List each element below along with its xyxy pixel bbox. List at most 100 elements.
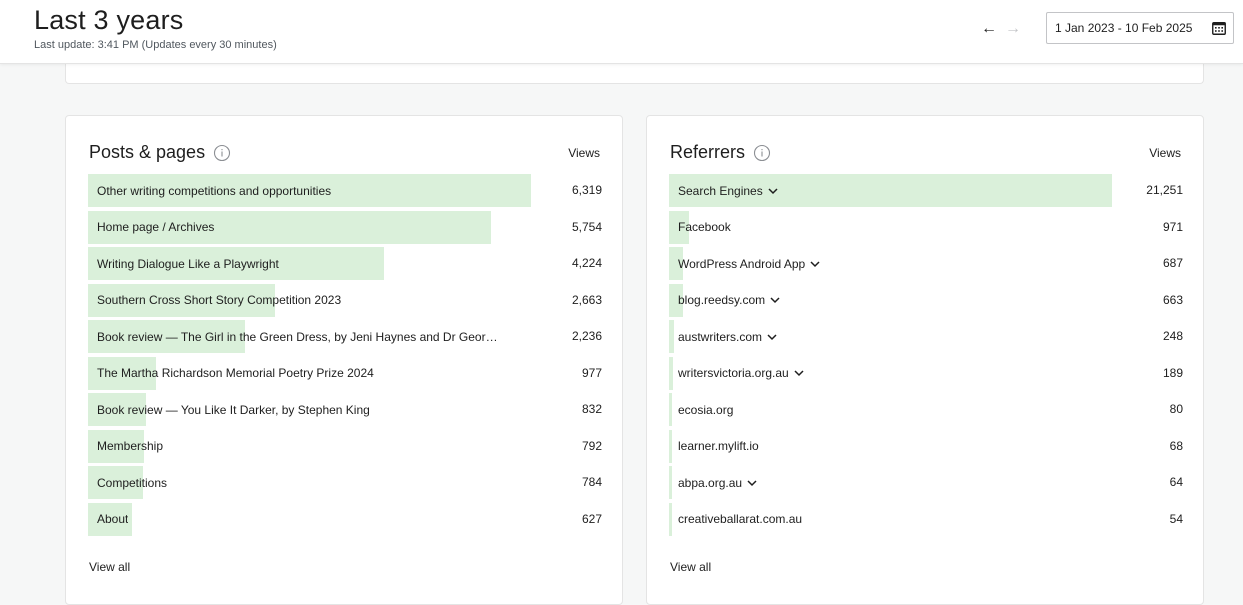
views-column-header: Views — [1149, 146, 1181, 160]
row-label-text: Home page / Archives — [97, 220, 215, 234]
referrers-card: Referrers Views Search Engines 21,251 Face… — [646, 115, 1204, 605]
row-views-value: 977 — [581, 365, 602, 380]
row-label: learner.mylift.io — [669, 439, 759, 453]
period-navigation: ← → — [981, 20, 1021, 38]
row-label-text: About — [97, 512, 129, 526]
chevron-down-icon[interactable] — [810, 260, 820, 268]
post-row[interactable]: Book review — The Girl in the Green Dres… — [88, 320, 602, 353]
referrers-title: Referrers — [670, 142, 771, 163]
posts-list: Other writing competitions and opportuni… — [88, 174, 602, 539]
row-label-text: austwriters.com — [678, 329, 763, 344]
row-views-value: 68 — [1169, 438, 1183, 453]
row-label: Facebook — [669, 220, 731, 234]
row-label-text: learner.mylift.io — [678, 439, 759, 453]
referrer-row[interactable]: abpa.org.au 64 — [669, 466, 1183, 499]
posts-pages-title: Posts & pages — [89, 142, 231, 163]
row-label-text: Southern Cross Short Story Competition 2… — [97, 293, 342, 307]
referrers-list: Search Engines 21,251 Facebook 971 WordPress… — [669, 174, 1183, 539]
post-row[interactable]: Competitions 784 — [88, 466, 602, 499]
date-range-label: 1 Jan 2023 - 10 Feb 2025 — [1055, 21, 1193, 35]
post-row[interactable]: Membership 792 — [88, 429, 602, 463]
row-label-text: creativeballarat.com.au — [678, 512, 803, 526]
row-label: Other writing competitions and opportuni… — [88, 184, 331, 198]
date-range-button[interactable]: 1 Jan 2023 - 10 Feb 2025 — [1046, 12, 1234, 44]
row-label: Book review — You Like It Darker, by Ste… — [88, 403, 370, 417]
row-label-text: Competitions — [97, 475, 168, 490]
row-views-value: 54 — [1169, 511, 1183, 526]
row-label-text: WordPress Android App — [678, 256, 806, 271]
row-views-value: 4,224 — [571, 256, 602, 270]
views-column-header: Views — [568, 146, 600, 160]
row-views-value: 248 — [1162, 329, 1183, 343]
row-label: Membership — [88, 439, 163, 453]
row-views-value: 792 — [581, 438, 602, 453]
referrer-row[interactable]: ecosia.org 80 — [669, 393, 1183, 426]
row-label: Search Engines — [669, 184, 778, 198]
previous-period-arrow-icon[interactable]: ← — [981, 20, 997, 38]
row-label: blog.reedsy.com — [669, 293, 780, 307]
row-label: austwriters.com — [669, 330, 777, 344]
row-label: ecosia.org — [669, 403, 733, 417]
row-views-value: 663 — [1162, 292, 1183, 307]
row-label-text: Search Engines — [678, 183, 763, 198]
chevron-down-icon[interactable] — [747, 479, 757, 487]
row-label-text: Writing Dialogue Like a Playwright — [97, 256, 279, 271]
row-label: Southern Cross Short Story Competition 2… — [88, 293, 341, 307]
row-label: abpa.org.au — [669, 476, 757, 490]
page-title: Last 3 years — [34, 5, 184, 35]
row-views-value: 64 — [1169, 475, 1183, 489]
page-header: Last 3 years Last update: 3:41 PM (Updat… — [0, 0, 1243, 64]
row-label: creativeballarat.com.au — [669, 512, 802, 526]
view-all-posts-link[interactable]: View all — [89, 560, 130, 574]
row-label: Competitions — [88, 476, 167, 490]
chevron-down-icon[interactable] — [768, 187, 778, 195]
row-label-text: Facebook — [678, 220, 731, 234]
referrer-row[interactable]: creativeballarat.com.au 54 — [669, 502, 1183, 536]
referrer-row[interactable]: WordPress Android App 687 — [669, 247, 1183, 280]
row-label: Writing Dialogue Like a Playwright — [88, 257, 279, 271]
post-row[interactable]: Writing Dialogue Like a Playwright 4,224 — [88, 247, 602, 280]
chevron-down-icon[interactable] — [767, 333, 777, 341]
row-views-value: 5,754 — [571, 219, 602, 234]
chevron-down-icon[interactable] — [770, 296, 780, 304]
post-row[interactable]: About 627 — [88, 502, 602, 536]
calendar-icon — [1212, 22, 1226, 35]
row-views-value: 2,236 — [571, 329, 602, 343]
row-label: Home page / Archives — [88, 220, 214, 234]
row-label-text: Membership — [97, 439, 164, 453]
info-icon[interactable] — [753, 144, 771, 162]
post-row[interactable]: Book review — You Like It Darker, by Ste… — [88, 393, 602, 426]
posts-pages-heading: Posts & pages — [89, 142, 206, 162]
last-update-text: Last update: 3:41 PM (Updates every 30 m… — [34, 39, 277, 51]
row-label: writersvictoria.org.au — [669, 366, 804, 380]
row-views-value: 832 — [581, 402, 602, 416]
referrer-row[interactable]: Facebook 971 — [669, 210, 1183, 244]
referrer-row[interactable]: Search Engines 21,251 — [669, 174, 1183, 207]
view-all-referrers-link[interactable]: View all — [670, 560, 711, 574]
info-icon[interactable] — [213, 144, 231, 162]
referrer-row[interactable]: learner.mylift.io 68 — [669, 429, 1183, 463]
row-label: The Martha Richardson Memorial Poetry Pr… — [88, 366, 374, 380]
row-views-value: 189 — [1162, 365, 1183, 380]
row-views-value: 627 — [581, 511, 602, 526]
row-label-text: Other writing competitions and opportuni… — [97, 183, 332, 198]
referrer-row[interactable]: writersvictoria.org.au 189 — [669, 356, 1183, 390]
row-label: WordPress Android App — [669, 257, 820, 271]
row-views-value: 784 — [581, 475, 602, 489]
referrer-row[interactable]: austwriters.com 248 — [669, 320, 1183, 353]
row-label-text: Book review — The Girl in the Green Dres… — [97, 329, 498, 344]
row-views-value: 21,251 — [1146, 183, 1183, 197]
posts-pages-card: Posts & pages Views Other writing compet… — [65, 115, 623, 605]
post-row[interactable]: Other writing competitions and opportuni… — [88, 174, 602, 207]
row-label: Book review — The Girl in the Green Dres… — [88, 330, 498, 344]
post-row[interactable]: Southern Cross Short Story Competition 2… — [88, 283, 602, 317]
row-label-text: ecosia.org — [678, 402, 734, 417]
row-views-value: 80 — [1169, 402, 1183, 416]
row-views-value: 6,319 — [571, 183, 602, 197]
next-period-arrow-icon[interactable]: → — [1005, 20, 1021, 38]
post-row[interactable]: The Martha Richardson Memorial Poetry Pr… — [88, 356, 602, 390]
row-label-text: Book review — You Like It Darker, by Ste… — [97, 402, 370, 417]
chevron-down-icon[interactable] — [794, 369, 804, 377]
referrer-row[interactable]: blog.reedsy.com 663 — [669, 283, 1183, 317]
post-row[interactable]: Home page / Archives 5,754 — [88, 210, 602, 244]
